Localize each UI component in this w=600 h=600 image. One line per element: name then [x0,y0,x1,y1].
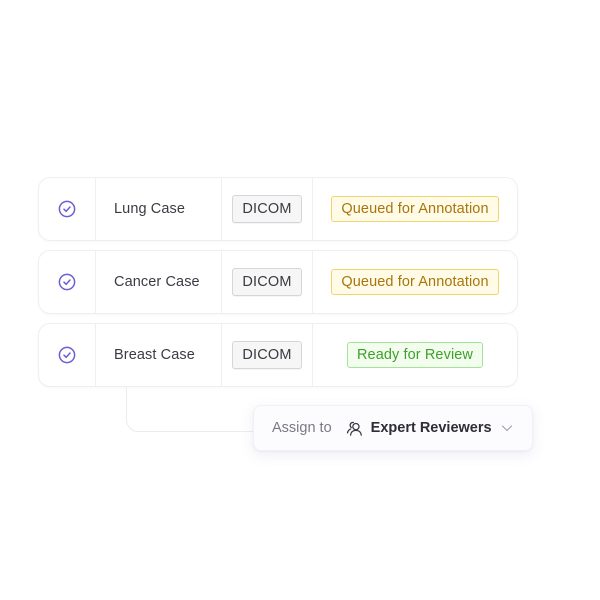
check-circle-icon[interactable] [58,273,76,291]
connector-line [126,387,266,432]
file-type-chip: DICOM [232,341,302,369]
check-circle-icon[interactable] [58,346,76,364]
case-assignment-panel: Lung Case DICOM Queued for Annotation Ca… [0,0,600,600]
case-row-lung[interactable]: Lung Case DICOM Queued for Annotation [38,177,518,241]
case-name: Cancer Case [96,251,222,313]
file-type-chip: DICOM [232,268,302,296]
chevron-down-icon[interactable] [501,422,513,434]
users-icon [346,421,362,436]
row-checkbox-cell[interactable] [39,324,96,386]
status-badge: Ready for Review [346,342,484,368]
row-checkbox-cell[interactable] [39,251,96,313]
status-badge: Queued for Annotation [331,269,499,295]
case-name: Lung Case [96,178,222,240]
case-row-cancer[interactable]: Cancer Case DICOM Queued for Annotation [38,250,518,314]
assign-label: Assign to [272,420,332,436]
assign-value: Expert Reviewers [370,420,492,436]
row-checkbox-cell[interactable] [39,178,96,240]
case-row-breast[interactable]: Breast Case DICOM Ready for Review [38,323,518,387]
assign-to-dropdown[interactable]: Assign to Expert Reviewers [253,405,533,451]
file-type-chip: DICOM [232,195,302,223]
check-circle-icon[interactable] [58,200,76,218]
status-badge: Queued for Annotation [331,196,499,222]
case-name: Breast Case [96,324,222,386]
